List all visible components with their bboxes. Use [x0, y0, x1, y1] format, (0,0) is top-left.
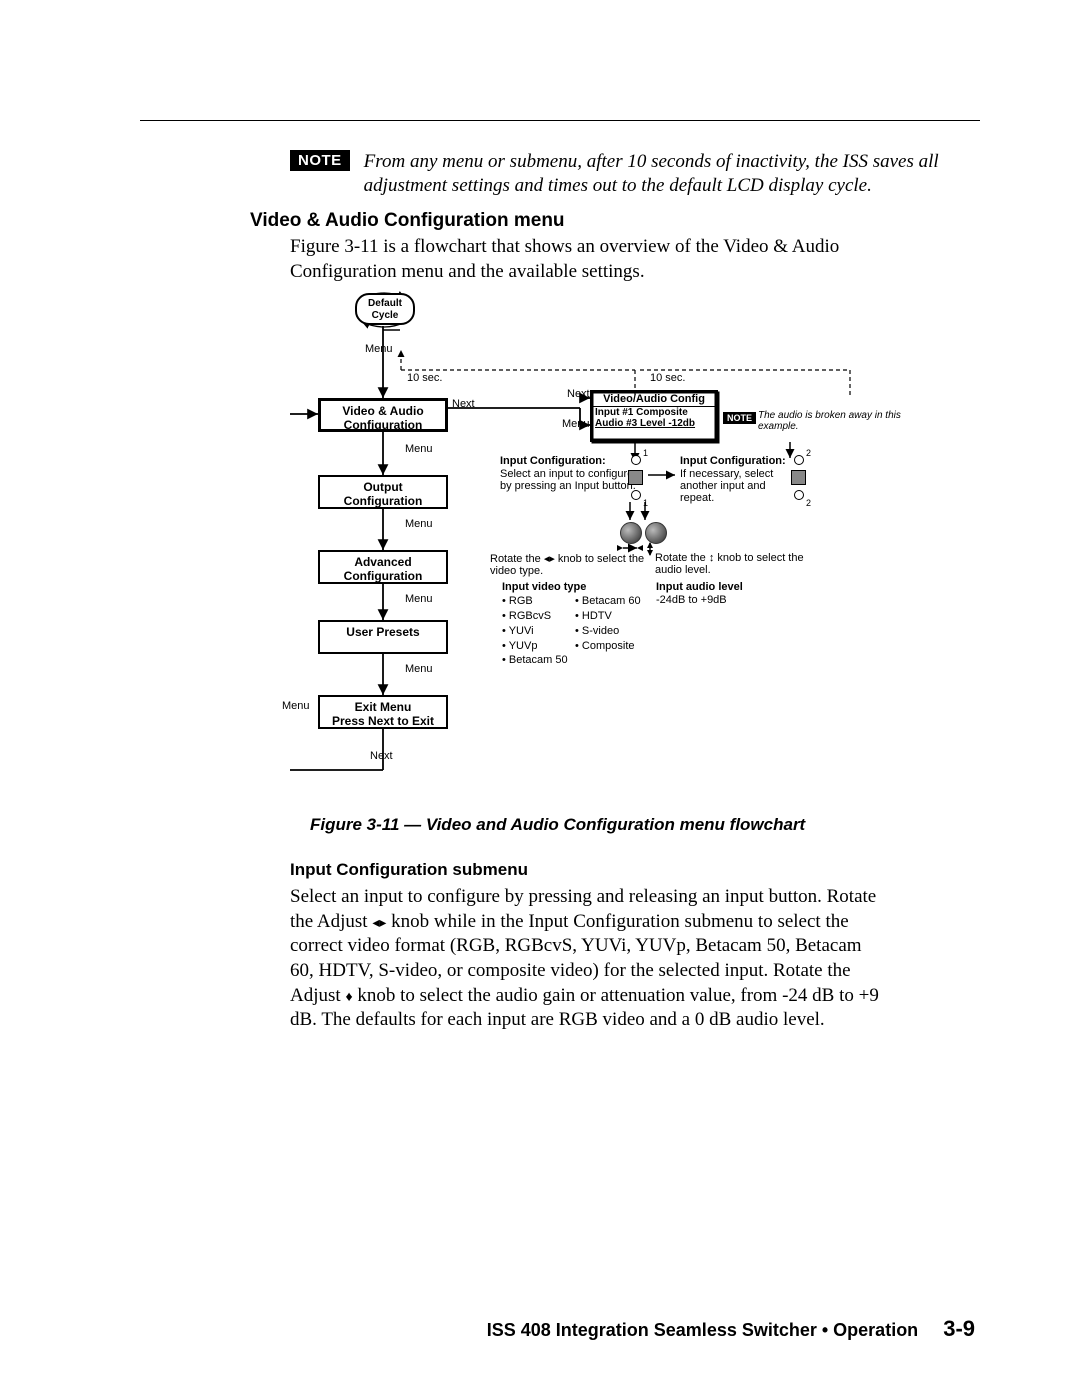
ivt-item: RGB — [502, 594, 568, 609]
flow-menu-label-4: Menu — [405, 593, 433, 605]
note-badge: NOTE — [290, 150, 350, 171]
flow-lcd-line2: Input #1 Composite — [592, 407, 716, 418]
ivt-item: Betacam 50 — [502, 653, 568, 668]
ivt-col1: RGB RGBcvS YUVi YUVp Betacam 50 — [502, 594, 568, 668]
flow-lcd-line1: Video/Audio Config — [592, 392, 716, 407]
top-rule — [140, 120, 980, 121]
ic-dot-2b-num: 2 — [806, 498, 811, 508]
ivt-title: Input video type — [502, 581, 586, 593]
ic-dot-1a-num: 1 — [643, 448, 648, 458]
para-input-config: Select an input to configure by pressing… — [290, 885, 880, 1033]
ivt-item: HDTV — [575, 609, 641, 624]
ic-blink-square — [628, 470, 643, 485]
rotate-right-text: Rotate the ↕ knob to select the audio le… — [655, 552, 815, 576]
ic-right-body: If necessary, select another input and r… — [680, 468, 800, 504]
ic-left-body: Select an input to configure by pressing… — [500, 468, 640, 492]
page: NOTE From any menu or submenu, after 10 … — [0, 0, 1080, 1397]
flow-box-output-config: Output Configuration — [318, 475, 448, 509]
ivt-item: YUVp — [502, 639, 568, 654]
ic-dot-2b — [794, 490, 804, 500]
mini-note-badge: NOTE — [723, 412, 756, 424]
heading-input-config-submenu: Input Configuration submenu — [290, 860, 528, 880]
ial-title: Input audio level — [656, 581, 743, 593]
top-note: NOTE From any menu or submenu, after 10 … — [290, 150, 970, 198]
flow-menu-label-5: Menu — [405, 663, 433, 675]
knob-vertical — [645, 522, 667, 544]
flow-box-exit-menu: Exit Menu Press Next to Exit — [318, 695, 448, 729]
heading-va-config: Video & Audio Configuration menu — [250, 210, 565, 232]
ic-dot-1b-num: 1 — [643, 498, 648, 508]
ic-dot-1b — [631, 490, 641, 500]
flow-next-label-2: Next — [370, 750, 393, 762]
flow-menu-label-6: Menu — [562, 418, 590, 430]
ivt-item: Betacam 60 — [575, 594, 641, 609]
flow-default-cycle: Default Cycle — [355, 293, 415, 325]
page-footer: ISS 408 Integration Seamless Switcher • … — [487, 1316, 975, 1342]
flow-box-user-presets: User Presets — [318, 620, 448, 654]
flow-menu-label-left: Menu — [282, 700, 310, 712]
ivt-col2: Betacam 60 HDTV S-video Composite — [575, 594, 641, 653]
ivt-item: RGBcvS — [502, 609, 568, 624]
footer-book: ISS 408 Integration Seamless Switcher • … — [487, 1320, 918, 1340]
footer-pagenum: 3-9 — [943, 1316, 975, 1341]
ic-blink-square-2 — [791, 470, 806, 485]
flow-menu-label: Menu — [365, 343, 393, 355]
flow-10sec-label-1: 10 sec. — [407, 372, 442, 384]
ivt-item: Composite — [575, 639, 641, 654]
flow-lcd-box: Video/Audio Config Input #1 Composite Au… — [590, 390, 718, 442]
ic-dot-2a-num: 2 — [806, 448, 811, 458]
knob-horizontal — [620, 522, 642, 544]
ivt-item: S-video — [575, 624, 641, 639]
flow-next-label-3: Next — [567, 388, 590, 400]
ial-value: -24dB to +9dB — [656, 594, 727, 606]
flowchart: Default Cycle Menu 10 sec. 10 sec. Video… — [290, 290, 980, 810]
flow-10sec-label-2: 10 sec. — [650, 372, 685, 384]
ic-right-title: Input Configuration: — [680, 455, 786, 467]
para-intro: Figure 3-11 is a flowchart that shows an… — [290, 235, 860, 284]
flow-box-adv-config: Advanced Configuration — [318, 550, 448, 584]
ivt-item: YUVi — [502, 624, 568, 639]
ic-dot-1a — [631, 455, 641, 465]
figure-caption: Figure 3-11 — Video and Audio Configurat… — [310, 815, 805, 835]
flow-menu-label-2: Menu — [405, 443, 433, 455]
flow-lcd-line3: Audio #3 Level -12db — [592, 418, 716, 429]
flow-menu-label-3: Menu — [405, 518, 433, 530]
note-text: From any menu or submenu, after 10 secon… — [364, 150, 954, 198]
flow-next-label-1: Next — [452, 398, 475, 410]
flow-box-va-config: Video & Audio Configuration — [318, 398, 448, 432]
rotate-left-text: Rotate the ◂▸ knob to select the video t… — [490, 552, 650, 577]
para2-part-c: knob to select the audio gain or attenua… — [290, 985, 879, 1031]
ic-left-title: Input Configuration: — [500, 455, 606, 467]
mini-note-text: The audio is broken away in this example… — [758, 410, 918, 432]
ic-dot-2a — [794, 455, 804, 465]
